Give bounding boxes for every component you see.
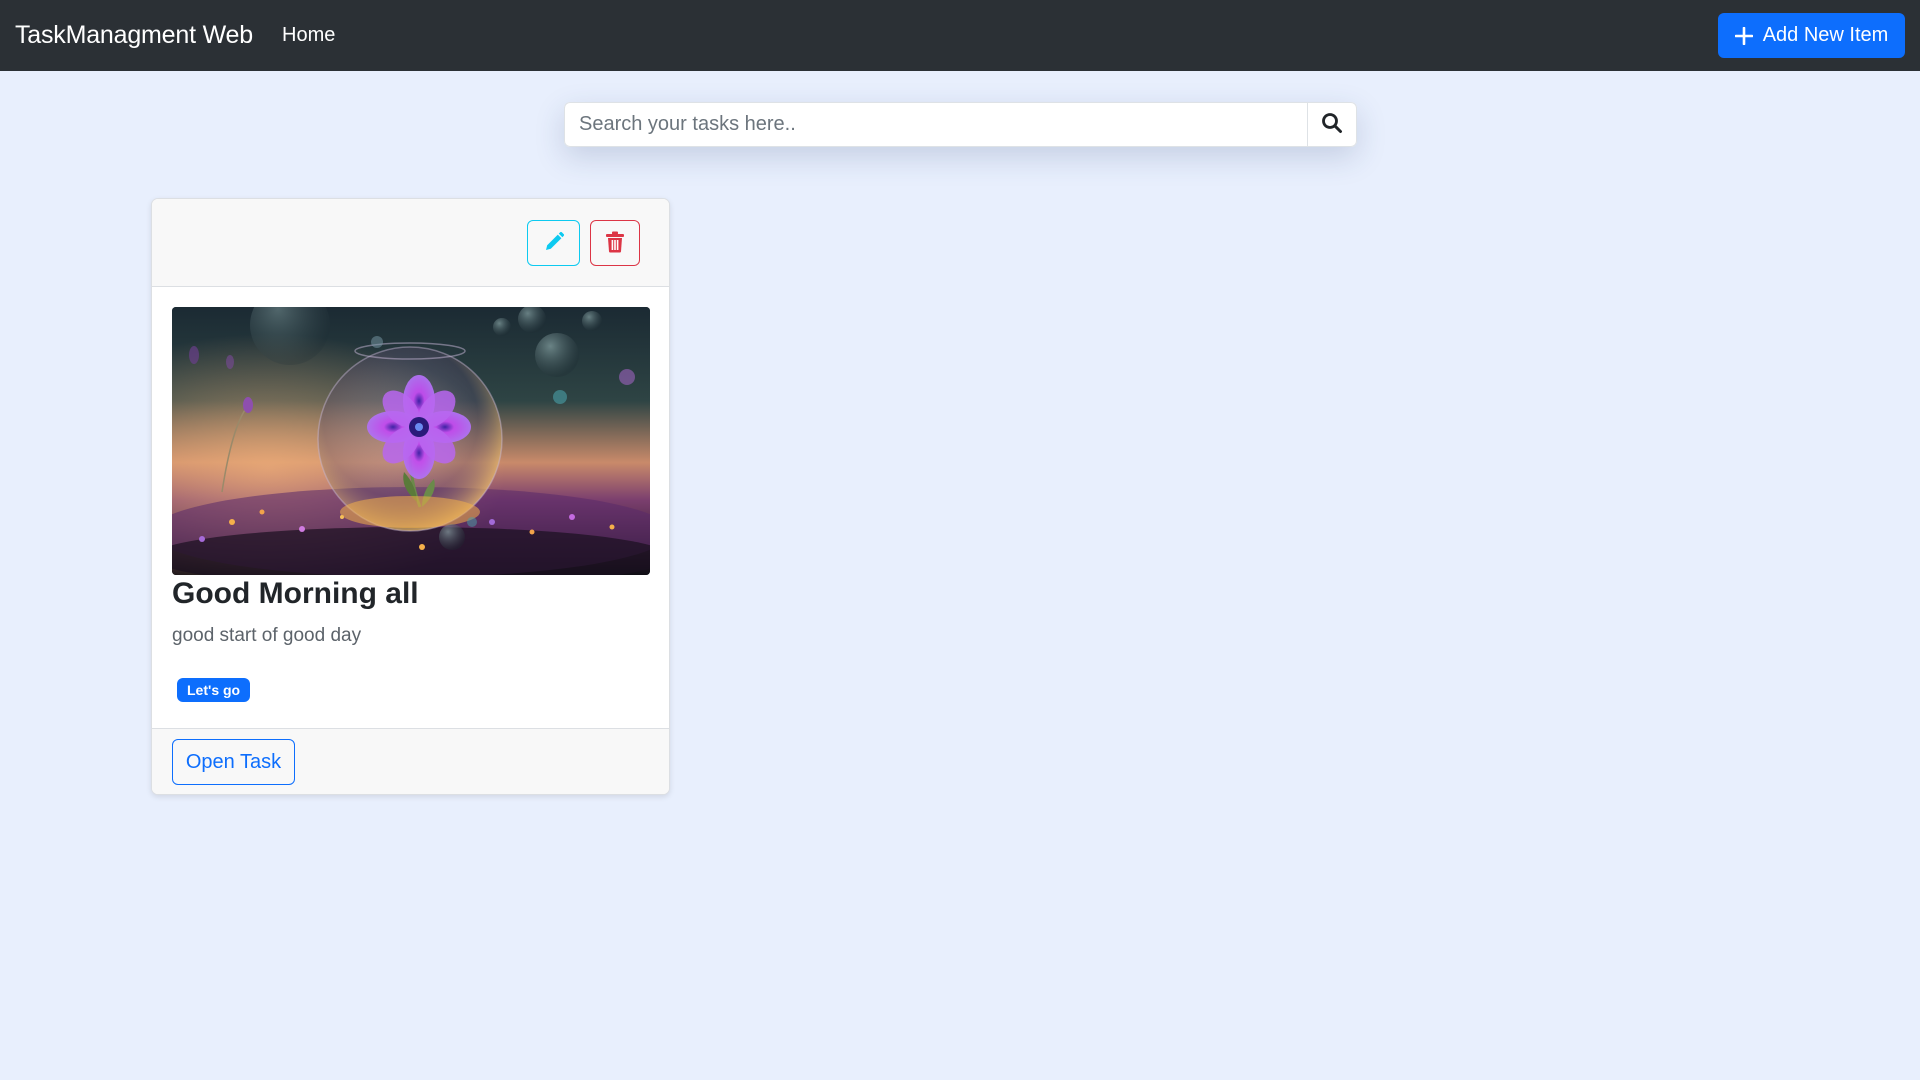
nav-link-home[interactable]: Home xyxy=(282,0,335,71)
pencil-icon xyxy=(543,231,565,256)
navbar: TaskManagment Web Home Add New Item xyxy=(0,0,1920,71)
add-new-item-button[interactable]: Add New Item xyxy=(1718,13,1905,58)
plus-icon xyxy=(1734,26,1753,45)
search-bar xyxy=(564,102,1357,147)
task-description: good start of good day xyxy=(172,625,362,646)
delete-task-button[interactable] xyxy=(590,220,640,266)
task-card-header xyxy=(152,199,669,287)
edit-task-button[interactable] xyxy=(527,220,580,266)
task-title: Good Morning all xyxy=(172,577,419,610)
task-badge: Let's go xyxy=(177,678,251,702)
task-image xyxy=(172,307,650,575)
task-card-footer: Open Task xyxy=(152,728,669,794)
add-new-item-label: Add New Item xyxy=(1762,24,1889,46)
search-button[interactable] xyxy=(1307,102,1357,147)
navbar-brand[interactable]: TaskManagment Web xyxy=(15,0,253,71)
trash-icon xyxy=(605,231,625,256)
task-card: Good Morning all good start of good day … xyxy=(151,198,670,795)
search-input[interactable] xyxy=(564,102,1307,147)
open-task-button[interactable]: Open Task xyxy=(172,739,295,785)
search-icon xyxy=(1321,112,1343,137)
